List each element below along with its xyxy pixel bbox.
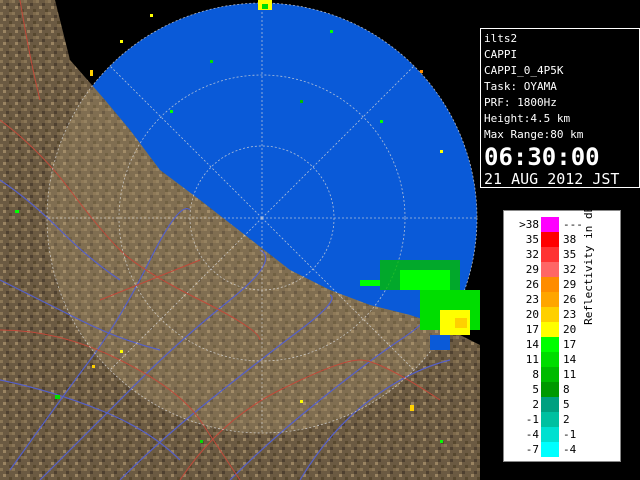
legend-lower-bound: 20	[525, 308, 539, 321]
legend-upper-bound: 11	[563, 368, 577, 381]
legend-lower-bound: 23	[525, 293, 539, 306]
legend-upper-bound: -1	[563, 428, 577, 441]
legend-swatch	[541, 307, 559, 322]
legend-row: 14 17	[504, 337, 594, 352]
legend-row: 29 32	[504, 262, 594, 277]
info-panel: ilts2 CAPPI CAPPI_0_4P5K Task: OYAMA PRF…	[480, 28, 640, 188]
max-range-value: Max Range:80 km	[484, 128, 584, 141]
radar-map	[0, 0, 480, 480]
legend-lower-bound: 17	[525, 323, 539, 336]
legend-row: 26 29	[504, 277, 594, 292]
legend-swatch	[541, 232, 559, 247]
height-value: Height:4.5 km	[484, 112, 571, 125]
legend-swatch	[541, 322, 559, 337]
legend-swatch	[541, 352, 559, 367]
legend-swatch	[541, 262, 559, 277]
observation-date: 21 AUG 2012 JST	[484, 170, 620, 188]
legend-row: 23 26	[504, 292, 594, 307]
legend-lower-bound: >38	[519, 218, 539, 231]
legend-lower-bound: -4	[525, 428, 539, 441]
legend-row: -1 2	[504, 412, 594, 427]
task-name: Task: OYAMA	[484, 80, 557, 93]
legend-row: 11 14	[504, 352, 594, 367]
legend-upper-bound: 8	[563, 383, 570, 396]
site-name: ilts2	[484, 32, 518, 45]
legend-lower-bound: -7	[525, 443, 539, 456]
product-name: CAPPI_0_4P5K	[484, 64, 564, 77]
legend-lower-bound: 5	[532, 383, 539, 396]
legend-upper-bound: 14	[563, 353, 577, 366]
prf-value: PRF: 1800Hz	[484, 96, 557, 109]
legend-lower-bound: 11	[525, 353, 539, 366]
legend-swatch	[541, 427, 559, 442]
legend-upper-bound: 2	[563, 413, 570, 426]
legend-row: -4 -1	[504, 427, 594, 442]
legend-swatch	[541, 382, 559, 397]
legend-row: -7 -4	[504, 442, 594, 457]
legend-swatch	[541, 337, 559, 352]
legend-upper-bound: 17	[563, 338, 577, 351]
legend-row: >38 ---	[504, 217, 594, 232]
legend-swatch	[541, 292, 559, 307]
legend-row: 8 11	[504, 367, 594, 382]
reflectivity-legend: >38 --- 35 38 32 35 29 32 26 29 23 26 20 23 17 20 14 17 11…	[503, 199, 621, 462]
legend-swatch	[541, 247, 559, 262]
legend-lower-bound: 29	[525, 263, 539, 276]
legend-lower-bound: 2	[532, 398, 539, 411]
observation-time: 06:30:00	[484, 143, 600, 171]
product-type: CAPPI	[484, 48, 518, 61]
legend-swatch	[541, 217, 559, 232]
legend-lower-bound: 14	[525, 338, 539, 351]
legend-lower-bound: -1	[525, 413, 539, 426]
legend-swatch	[541, 412, 559, 427]
legend-lower-bound: 26	[525, 278, 539, 291]
legend-upper-bound: 5	[563, 398, 570, 411]
legend-upper-bound: -4	[563, 443, 577, 456]
legend-lower-bound: 35	[525, 233, 539, 246]
legend-swatch	[541, 367, 559, 382]
legend-lower-bound: 32	[525, 248, 539, 261]
legend-row: 58	[504, 382, 594, 397]
legend-row: 35 38	[504, 232, 594, 247]
legend-swatch	[541, 397, 559, 412]
legend-row: 25	[504, 397, 594, 412]
legend-row: 20 23	[504, 307, 594, 322]
radar-view[interactable]	[0, 0, 480, 480]
legend-swatch	[541, 277, 559, 292]
legend-row: 32 35	[504, 247, 594, 262]
legend-lower-bound: 8	[532, 368, 539, 381]
legend-title: Reflectivity in dBZ	[582, 199, 595, 325]
legend-row: 17 20	[504, 322, 594, 337]
legend-swatch	[541, 442, 559, 457]
